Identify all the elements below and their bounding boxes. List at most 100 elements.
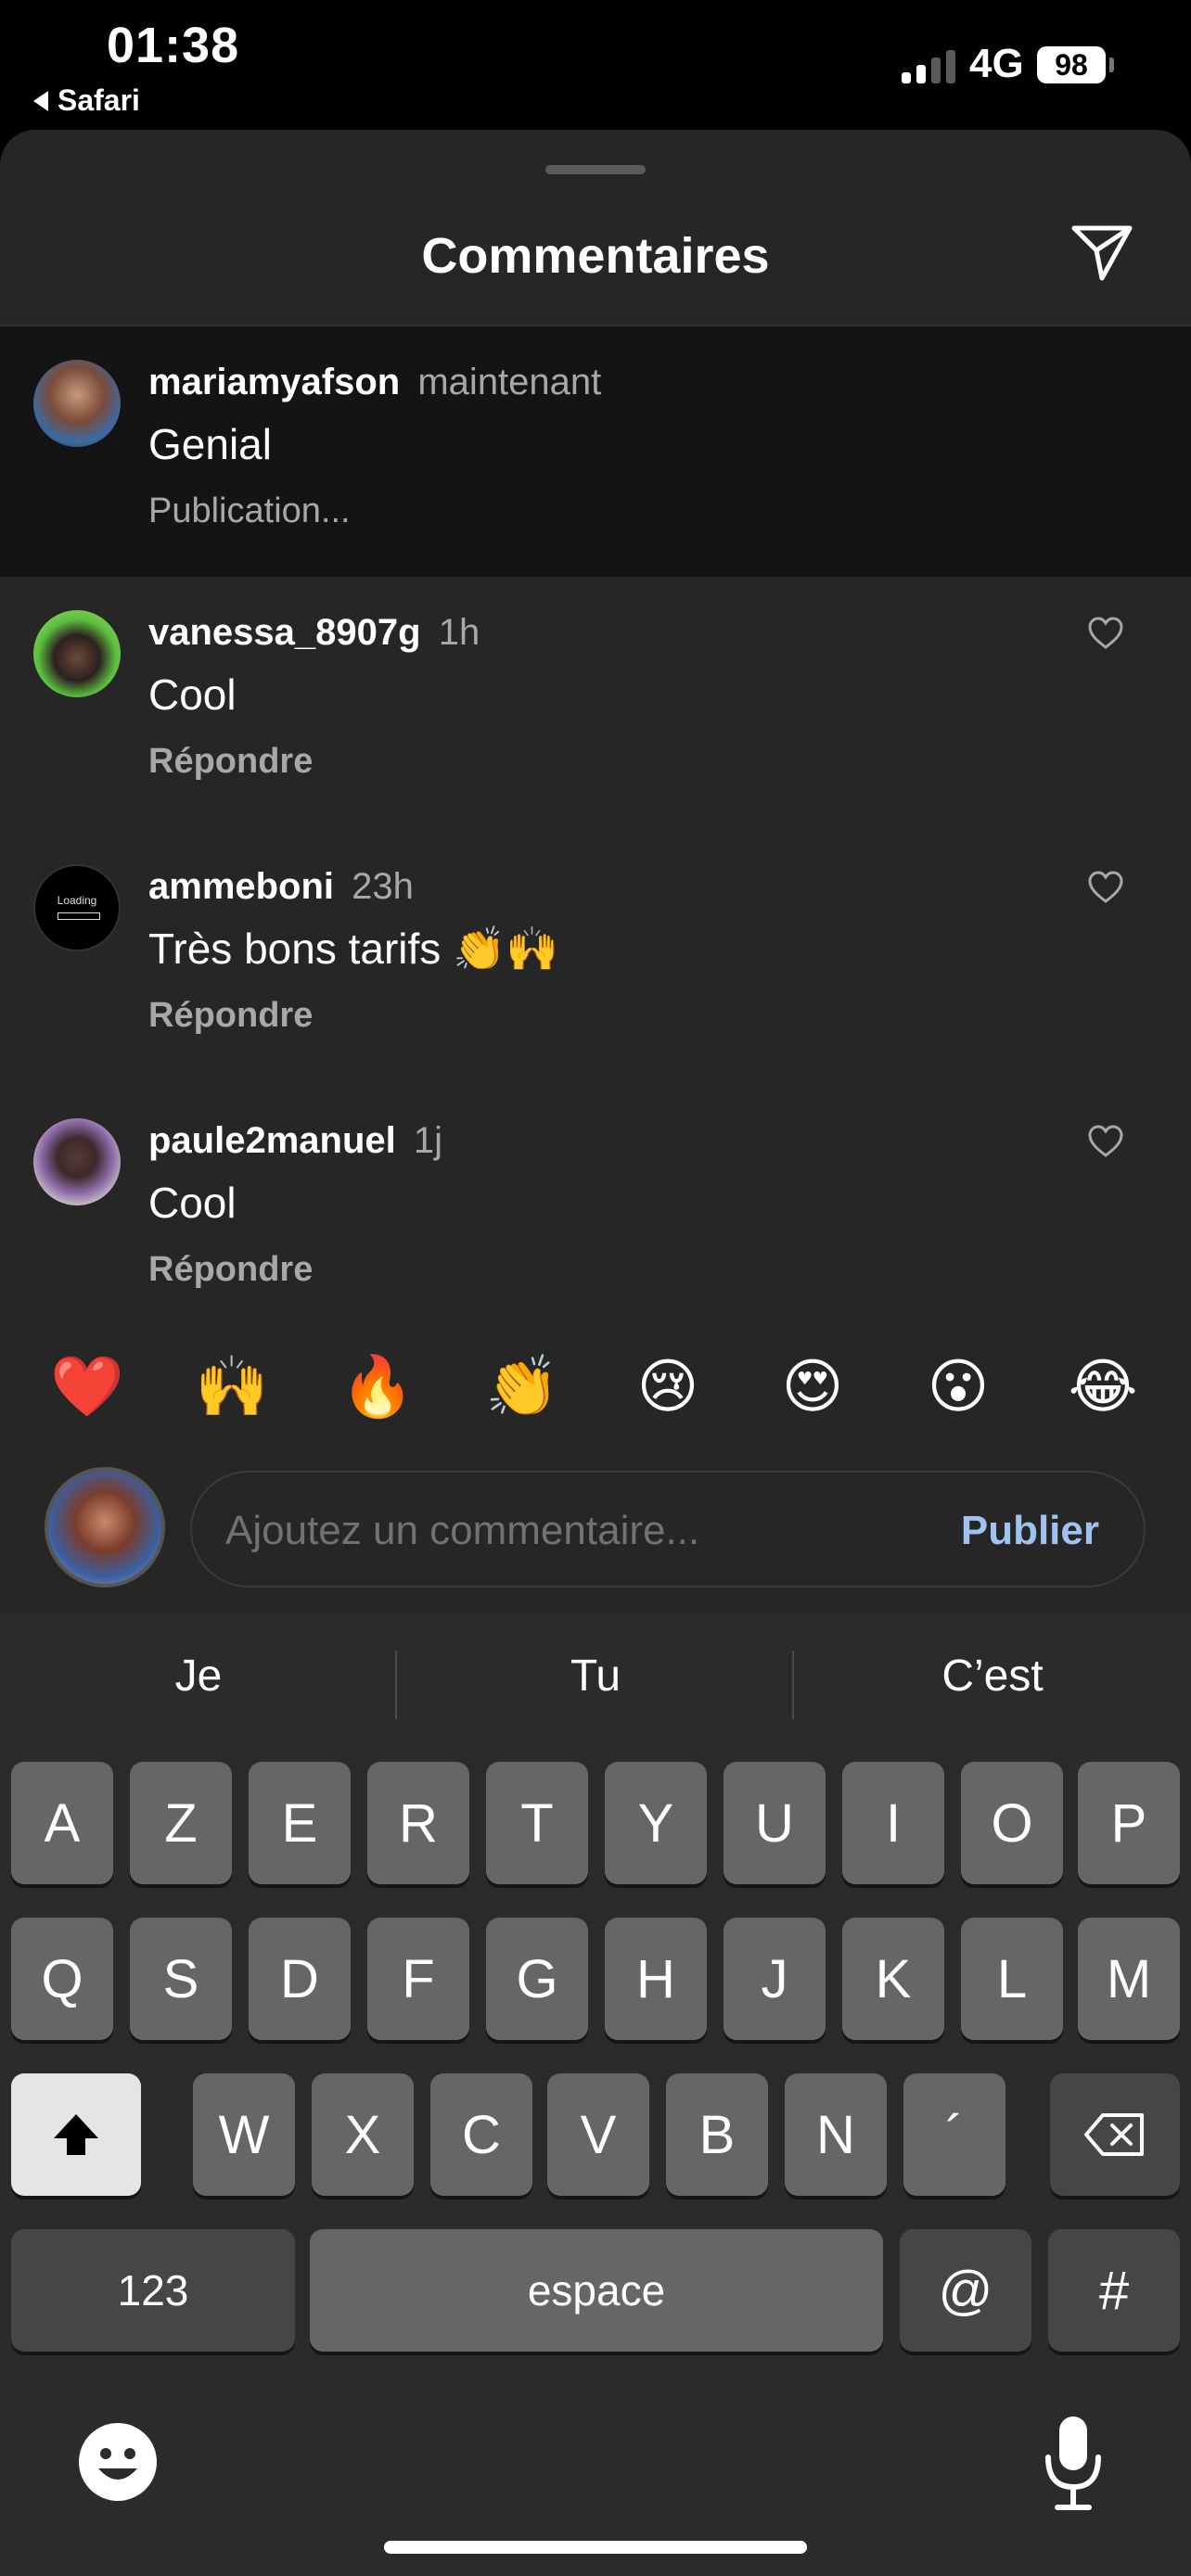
comment-composer: ❤️ 🙌 🔥 👏 😢 😍 😮 😂 Ajoutez un commentaire.…: [0, 1307, 1191, 1613]
suggestion-3[interactable]: C’est: [794, 1651, 1191, 1702]
back-arrow-icon: [33, 90, 48, 111]
comment-item: vanessa_8907g 1h Cool Répondre: [0, 577, 1191, 831]
key[interactable]: I: [842, 1762, 944, 1884]
key[interactable]: R: [367, 1762, 469, 1884]
avatar-loading-bar: [58, 912, 100, 920]
key[interactable]: ´: [903, 2073, 1005, 2196]
key[interactable]: D: [249, 1918, 351, 2040]
comment-status: Publication...: [148, 491, 351, 530]
key[interactable]: F: [367, 1918, 469, 2040]
key[interactable]: M: [1078, 1918, 1180, 2040]
avatar[interactable]: [33, 360, 121, 447]
comment-text: Genial: [148, 420, 272, 468]
like-heart-icon[interactable]: [1087, 870, 1124, 907]
key[interactable]: U: [724, 1762, 826, 1884]
comment-time: 1j: [413, 1120, 443, 1161]
key[interactable]: K: [842, 1918, 944, 2040]
key[interactable]: T: [486, 1762, 588, 1884]
avatar[interactable]: [33, 610, 121, 697]
comment-item: paule2manuel 1j Cool Répondre: [0, 1085, 1191, 1339]
key[interactable]: Y: [605, 1762, 707, 1884]
share-button[interactable]: [1065, 215, 1139, 289]
avatar[interactable]: Loading: [33, 864, 121, 951]
emoji-heart-button[interactable]: ❤️: [41, 1345, 134, 1428]
quick-emoji-row: ❤️ 🙌 🔥 👏 😢 😍 😮 😂: [0, 1345, 1191, 1428]
emoji-surprised-button[interactable]: 😮: [912, 1345, 1005, 1428]
key[interactable]: P: [1078, 1762, 1180, 1884]
comment-time: 1h: [438, 612, 480, 653]
key[interactable]: G: [486, 1918, 588, 2040]
comment-pending: mariamyafson maintenant Genial Publicati…: [0, 326, 1191, 577]
comment-input-placeholder: Ajoutez un commentaire...: [225, 1508, 700, 1553]
shift-key[interactable]: [11, 2073, 141, 2196]
avatar[interactable]: [33, 1118, 121, 1205]
reply-button[interactable]: Répondre: [148, 1250, 313, 1290]
like-heart-icon[interactable]: [1087, 616, 1124, 653]
comment-username[interactable]: paule2manuel: [148, 1120, 396, 1161]
key[interactable]: V: [547, 2073, 649, 2196]
keyboard: Je Tu C’est A Z E R T Y U I O P Q S D F …: [0, 1613, 1191, 2576]
key[interactable]: H: [605, 1918, 707, 2040]
comment-text: Très bons tarifs 👏🙌: [148, 925, 559, 973]
battery-level: 98: [1055, 47, 1088, 82]
backspace-icon: [1084, 2113, 1144, 2156]
cellular-signal-icon: [902, 48, 955, 83]
key[interactable]: B: [666, 2073, 768, 2196]
space-key[interactable]: espace: [310, 2229, 883, 2352]
key[interactable]: J: [724, 1918, 826, 2040]
battery-icon: 98: [1037, 46, 1106, 83]
suggestion-2[interactable]: Tu: [397, 1651, 794, 1702]
delete-key[interactable]: [1050, 2073, 1180, 2196]
emoji-raised-hands-button[interactable]: 🙌: [186, 1345, 278, 1428]
reply-button[interactable]: Répondre: [148, 742, 313, 782]
publish-button[interactable]: Publier: [961, 1508, 1099, 1554]
key[interactable]: Q: [11, 1918, 113, 2040]
key[interactable]: W: [193, 2073, 295, 2196]
microphone-icon: [1045, 2417, 1101, 2510]
key[interactable]: A: [11, 1762, 113, 1884]
emoji-heart-eyes-button[interactable]: 😍: [766, 1345, 859, 1428]
comment-username[interactable]: mariamyafson: [148, 362, 400, 402]
hash-key[interactable]: #: [1048, 2229, 1180, 2352]
my-avatar: [45, 1467, 165, 1588]
emoji-clap-button[interactable]: 👏: [476, 1345, 569, 1428]
emoji-crying-button[interactable]: 😢: [621, 1345, 714, 1428]
key[interactable]: O: [961, 1762, 1063, 1884]
numbers-key[interactable]: 123: [11, 2229, 295, 2352]
at-key[interactable]: @: [900, 2229, 1031, 2352]
emoji-fire-button[interactable]: 🔥: [331, 1345, 424, 1428]
comment-input[interactable]: Ajoutez un commentaire... Publier: [190, 1471, 1146, 1588]
home-indicator[interactable]: [384, 2541, 807, 2554]
suggestion-1[interactable]: Je: [0, 1651, 397, 1702]
key[interactable]: C: [430, 2073, 532, 2196]
back-to-app-link[interactable]: Safari: [33, 83, 140, 118]
sheet-grabber[interactable]: [545, 165, 646, 174]
shift-arrow-icon: [54, 2114, 98, 2155]
comment-text: Cool: [148, 1179, 237, 1227]
comment-text: Cool: [148, 670, 237, 719]
dictation-button[interactable]: [1041, 2413, 1106, 2515]
reply-button[interactable]: Répondre: [148, 996, 313, 1036]
like-heart-icon[interactable]: [1087, 1124, 1124, 1161]
smiley-icon: [79, 2423, 157, 2501]
comment-time: 23h: [352, 866, 414, 907]
send-icon: [1071, 225, 1133, 281]
key[interactable]: X: [312, 2073, 414, 2196]
key[interactable]: E: [249, 1762, 351, 1884]
network-type: 4G: [969, 41, 1024, 86]
comment-item: Loading ammeboni 23h Très bons tarifs 👏🙌…: [0, 831, 1191, 1085]
emoji-laughing-button[interactable]: 😂: [1057, 1345, 1149, 1428]
battery-cap: [1109, 57, 1114, 72]
key[interactable]: Z: [130, 1762, 232, 1884]
sheet-title: Commentaires: [421, 228, 770, 284]
key[interactable]: L: [961, 1918, 1063, 2040]
comment-time: maintenant: [417, 362, 602, 402]
avatar-loading-text: Loading: [57, 894, 97, 907]
key[interactable]: N: [785, 2073, 887, 2196]
emoji-keyboard-button[interactable]: [76, 2420, 160, 2504]
comment-username[interactable]: ammeboni: [148, 866, 334, 907]
comment-username[interactable]: vanessa_8907g: [148, 612, 421, 653]
key[interactable]: S: [130, 1918, 232, 2040]
back-app-label: Safari: [58, 83, 140, 117]
status-bar: 01:38 Safari 4G 98: [0, 0, 1191, 130]
